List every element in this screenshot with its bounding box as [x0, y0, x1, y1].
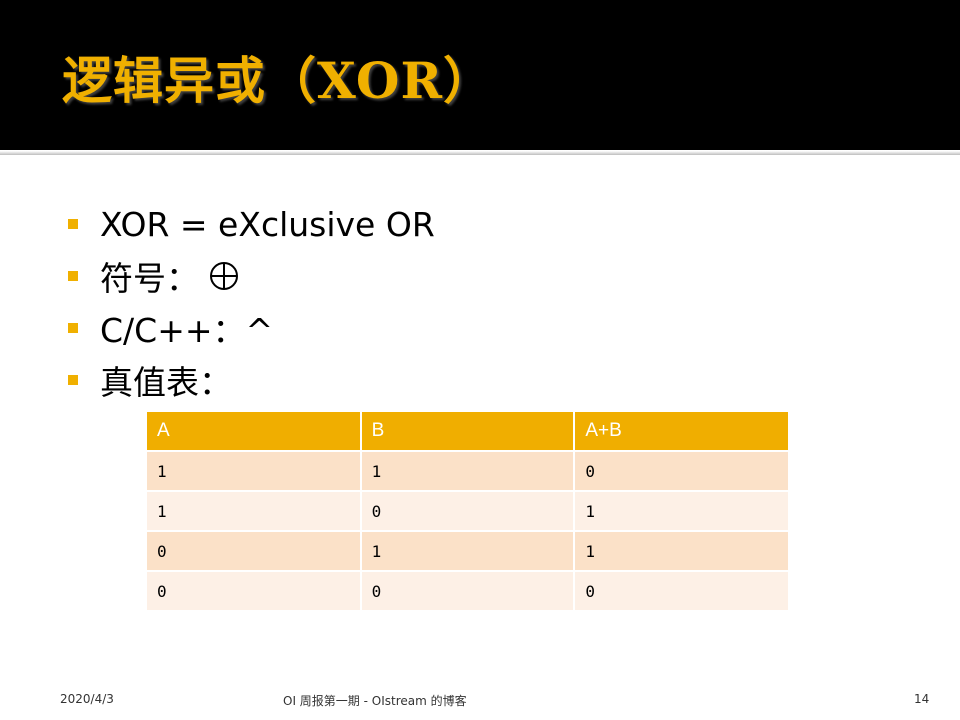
square-bullet-icon — [68, 271, 78, 281]
title-divider — [0, 151, 960, 155]
title-bar: 逻辑异或（XOR） — [0, 0, 960, 150]
table-cell: 0 — [574, 451, 788, 492]
bullet-text: XOR = eXclusive OR — [100, 204, 435, 244]
bullet-list: XOR = eXclusive OR 符号： C/C++：^ 真值表： — [68, 198, 435, 406]
footer-date: 2020/4/3 — [60, 692, 114, 706]
table-row: 1 0 1 — [147, 491, 788, 532]
bullet-item-xor-definition: XOR = eXclusive OR — [68, 198, 435, 250]
table-cell: 0 — [574, 571, 788, 612]
table-row: 1 1 0 — [147, 451, 788, 492]
table-cell: 1 — [360, 531, 576, 572]
page-number: 14 — [914, 692, 930, 706]
slide: 逻辑异或（XOR） XOR = eXclusive OR 符号： C/C++：^ — [0, 0, 960, 720]
table-cell: 1 — [360, 451, 576, 492]
footer-title: OI 周报第一期 - OIstream 的博客 — [283, 694, 467, 708]
bullet-text: 真值表： — [100, 363, 232, 402]
square-bullet-icon — [68, 323, 78, 333]
column-header-a: A — [147, 412, 362, 452]
bullet-text: C/C++：^ — [100, 311, 274, 350]
column-header-result: A+B — [574, 412, 788, 452]
truth-table: A B A+B 1 1 0 1 0 1 0 1 1 0 0 0 — [147, 412, 788, 612]
table-cell: 0 — [360, 491, 576, 532]
table-cell: 1 — [147, 451, 362, 492]
bullet-item-truth-table: 真值表： — [68, 354, 435, 406]
bullet-item-c-operator: C/C++：^ — [68, 302, 435, 354]
square-bullet-icon — [68, 375, 78, 385]
table-row: 0 1 1 — [147, 531, 788, 572]
column-header-b: B — [360, 412, 576, 452]
table-cell: 1 — [147, 491, 362, 532]
table-cell: 1 — [574, 491, 788, 532]
slide-title: 逻辑异或（XOR） — [62, 51, 495, 110]
table-row: 0 0 0 — [147, 571, 788, 612]
table-cell: 0 — [360, 571, 576, 612]
circled-plus-icon — [209, 261, 239, 291]
bullet-text: 符号： — [100, 259, 199, 298]
square-bullet-icon — [68, 219, 78, 229]
table-cell: 0 — [147, 571, 362, 612]
table-cell: 1 — [574, 531, 788, 572]
bullet-item-symbol: 符号： — [68, 250, 435, 302]
table-header-row: A B A+B — [147, 412, 788, 452]
table-cell: 0 — [147, 531, 362, 572]
